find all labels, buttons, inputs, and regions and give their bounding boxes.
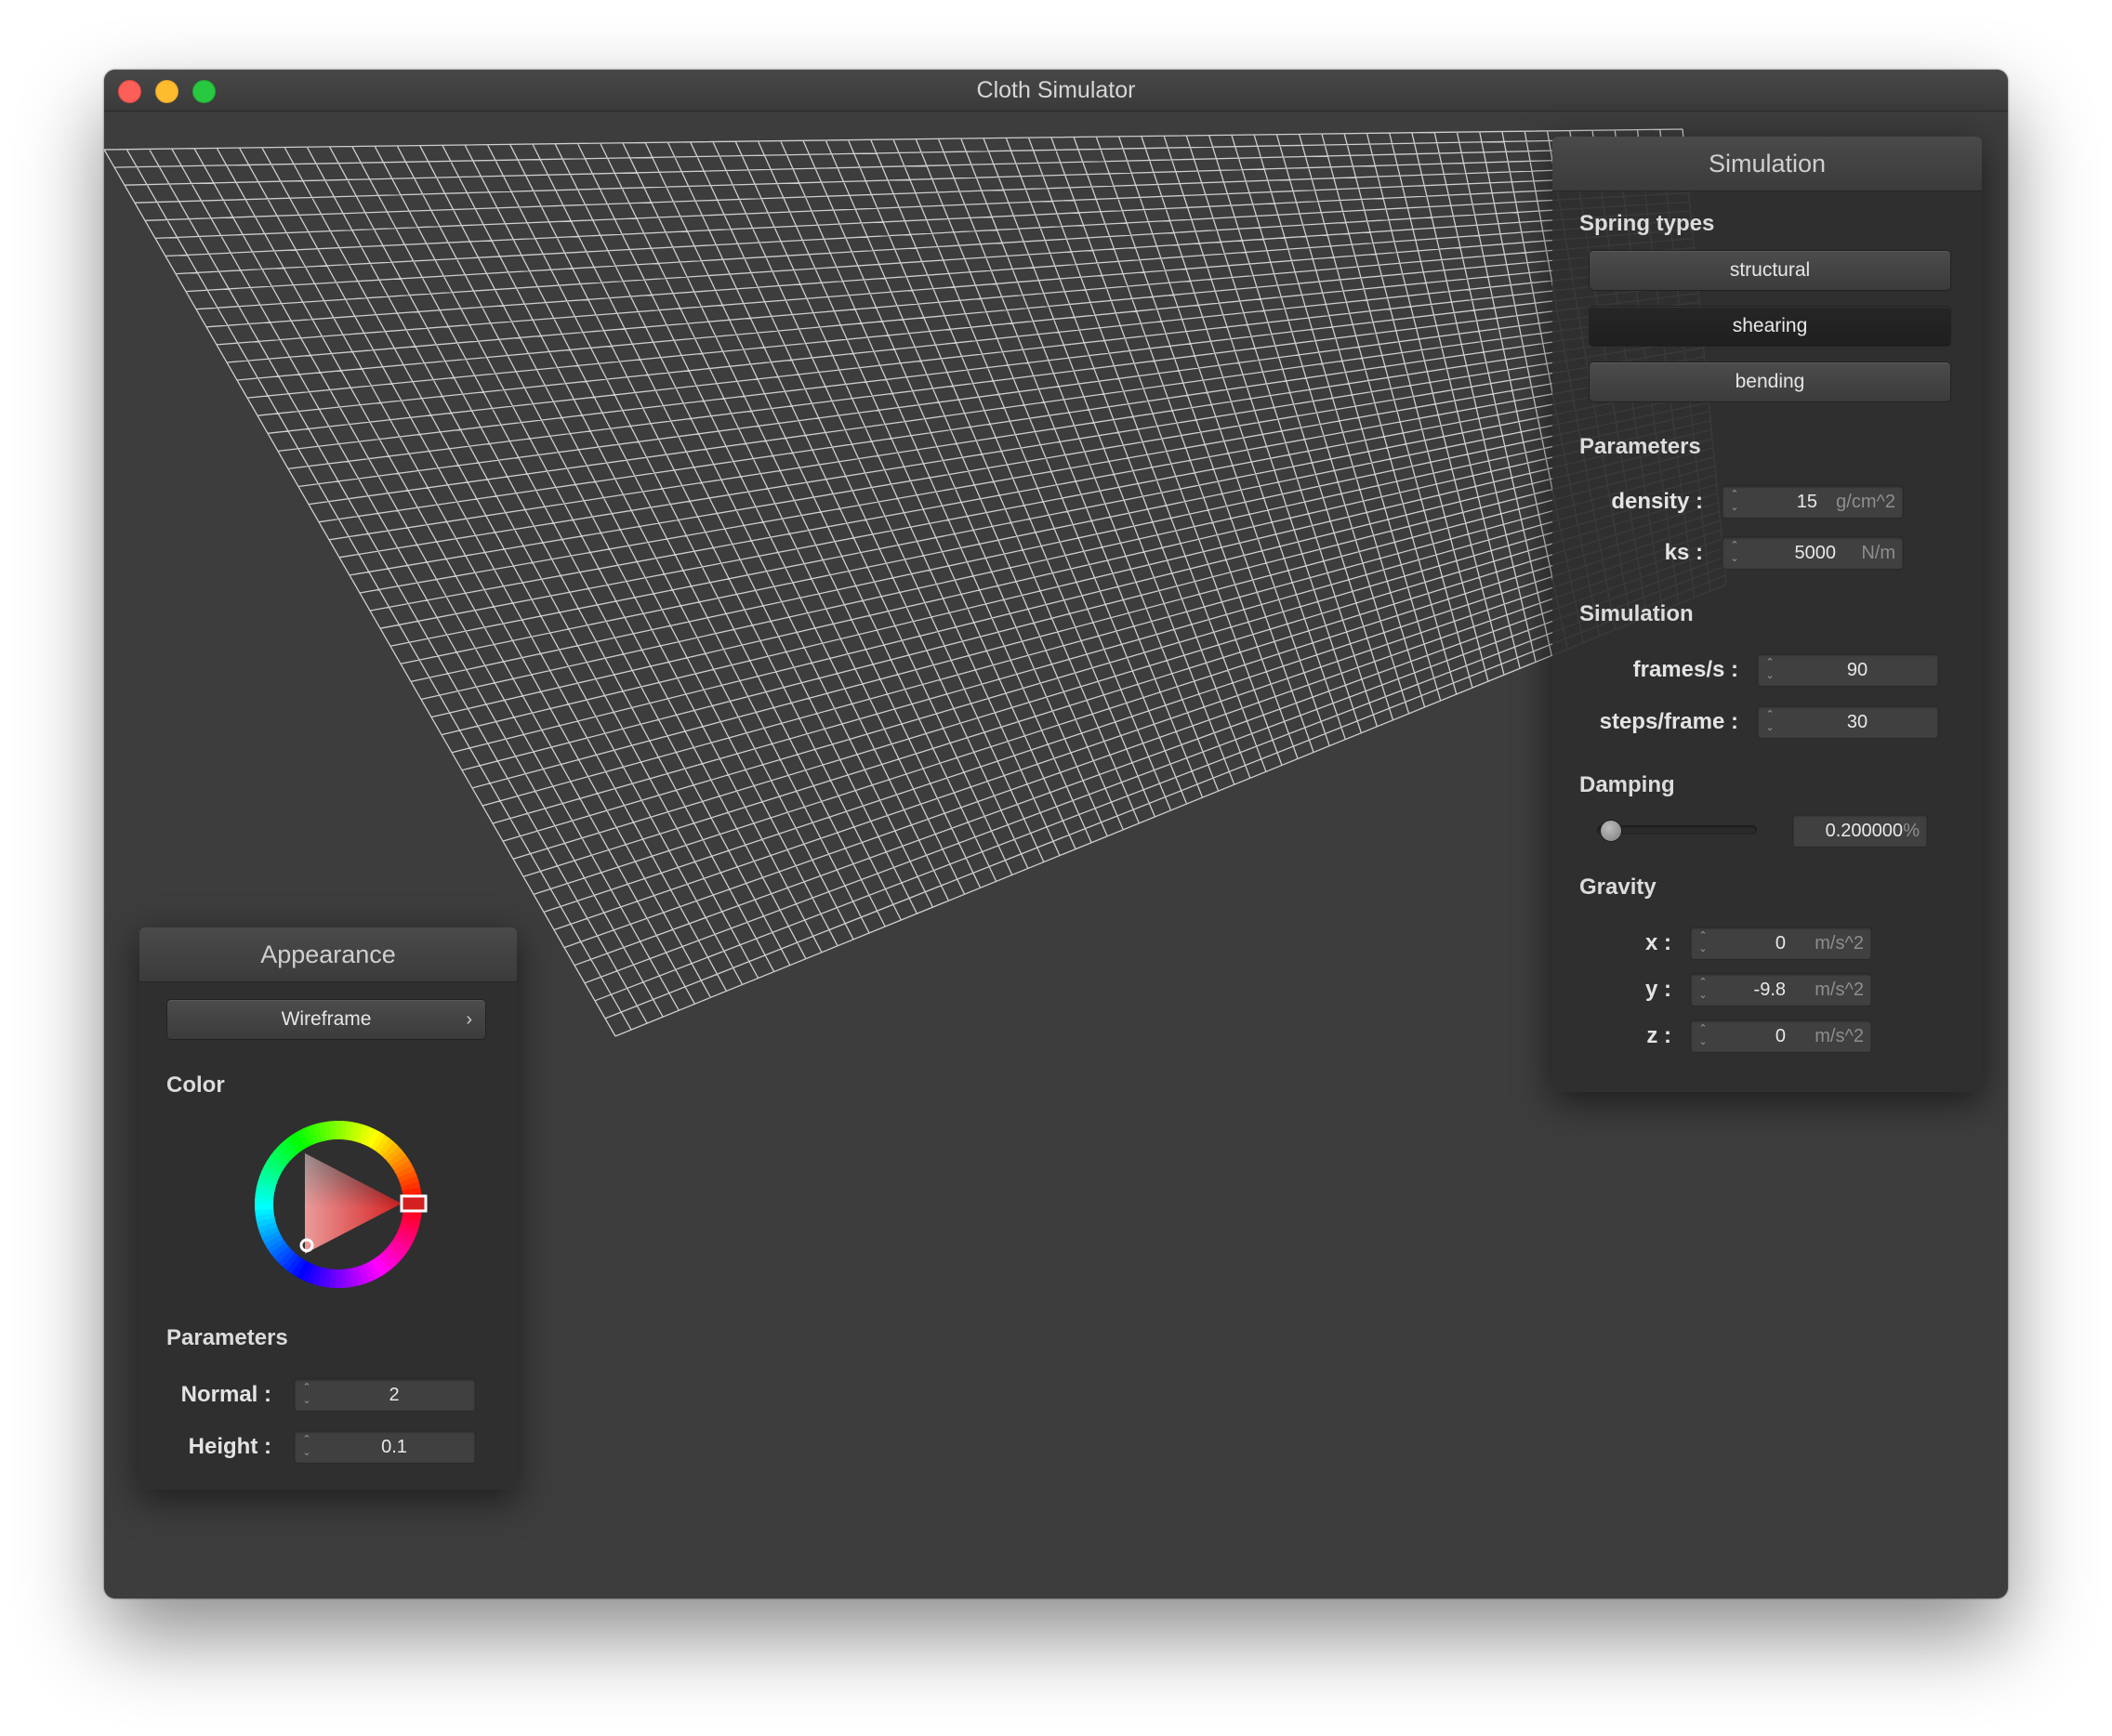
chevron-right-icon: ›: [466, 1009, 472, 1030]
density-label: density :: [1611, 489, 1703, 514]
gravity-x-label: x :: [1644, 930, 1671, 955]
title-bar: Cloth Simulator: [104, 70, 2008, 112]
gravity-heading: Gravity: [1579, 875, 1657, 900]
steps-per-frame-label: steps/frame :: [1599, 709, 1738, 734]
gravity-y-label: y :: [1644, 977, 1671, 1002]
spinner-arrows-icon[interactable]: ⌃ ⌄: [1696, 976, 1709, 1004]
bending-spring-button[interactable]: bending: [1589, 362, 1951, 402]
spinner-arrows-icon[interactable]: ⌃ ⌄: [1696, 929, 1709, 957]
gravity-z-label: z :: [1646, 1023, 1671, 1048]
height-label: Height :: [188, 1434, 271, 1459]
color-wheel[interactable]: [245, 1111, 431, 1297]
gravity-x-input[interactable]: ⌃ ⌄ 0 m/s^2: [1690, 927, 1872, 960]
spinner-arrows-icon[interactable]: ⌃ ⌄: [1763, 656, 1776, 684]
ks-input[interactable]: ⌃ ⌄ 5000 N/m: [1722, 536, 1904, 570]
hue-selector-handle[interactable]: [400, 1194, 428, 1213]
spinner-arrows-icon[interactable]: ⌃ ⌄: [300, 1433, 313, 1461]
steps-per-frame-input[interactable]: ⌃ ⌄ 30: [1757, 705, 1939, 739]
parameters-heading: Parameters: [1579, 434, 1701, 459]
spinner-arrows-icon[interactable]: ⌃ ⌄: [1728, 539, 1741, 567]
frames-per-second-label: frames/s :: [1632, 657, 1738, 682]
render-mode-dropdown[interactable]: Wireframe ›: [166, 999, 486, 1040]
simulation-panel: Simulation Spring types structural shear…: [1552, 137, 1982, 1092]
spinner-arrows-icon[interactable]: ⌃ ⌄: [300, 1381, 313, 1409]
damping-heading: Damping: [1579, 772, 1675, 797]
appearance-parameters-heading: Parameters: [166, 1325, 288, 1350]
render-mode-label: Wireframe: [281, 1008, 372, 1030]
damping-input[interactable]: 0.200000 %: [1792, 814, 1928, 848]
frames-per-second-input[interactable]: ⌃ ⌄ 90: [1757, 653, 1939, 687]
simulation-panel-title: Simulation: [1552, 137, 1982, 191]
window-title: Cloth Simulator: [976, 77, 1136, 103]
damping-slider-handle[interactable]: [1600, 820, 1623, 842]
spring-types-heading: Spring types: [1579, 211, 1715, 236]
spinner-arrows-icon[interactable]: ⌃ ⌄: [1763, 708, 1776, 736]
ks-label: ks :: [1664, 540, 1703, 565]
appearance-panel: Appearance Wireframe › Color Parameters …: [139, 927, 517, 1490]
spinner-arrows-icon[interactable]: ⌃ ⌄: [1728, 488, 1741, 516]
gravity-z-input[interactable]: ⌃ ⌄ 0 m/s^2: [1690, 1019, 1872, 1053]
app-window: Cloth Simulator Simulation Spring types …: [104, 70, 2008, 1598]
structural-spring-button[interactable]: structural: [1589, 250, 1951, 291]
shearing-spring-button[interactable]: shearing: [1589, 306, 1951, 347]
normal-label: Normal :: [180, 1382, 271, 1407]
height-input[interactable]: ⌃ ⌄ 0.1: [294, 1430, 476, 1464]
spinner-arrows-icon[interactable]: ⌃ ⌄: [1696, 1022, 1709, 1050]
normal-input[interactable]: ⌃ ⌄ 2: [294, 1378, 476, 1412]
simulation-heading: Simulation: [1579, 601, 1694, 626]
color-heading: Color: [166, 1072, 225, 1098]
gravity-y-input[interactable]: ⌃ ⌄ -9.8 m/s^2: [1690, 973, 1872, 1006]
appearance-panel-title: Appearance: [139, 927, 517, 982]
density-input[interactable]: ⌃ ⌄ 15 g/cm^2: [1722, 485, 1904, 519]
